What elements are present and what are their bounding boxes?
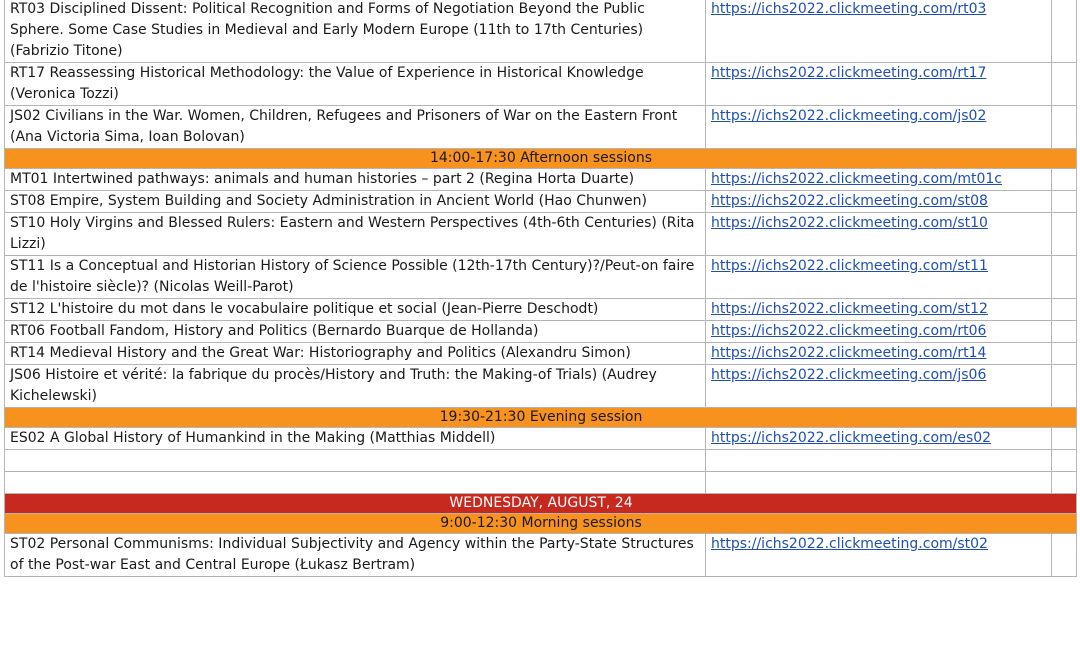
session-title: ST08 Empire, System Building and Society… [4,190,706,213]
session-title: MT01 Intertwined pathways: animals and h… [4,168,706,191]
empty-cell [1051,533,1077,577]
empty-cell [1051,364,1077,408]
session-link[interactable]: https://ichs2022.clickmeeting.com/rt03 [711,1,986,17]
session-link[interactable]: https://ichs2022.clickmeeting.com/rt14 [711,345,986,361]
empty-cell [1051,449,1077,472]
session-title: JS06 Histoire et vérité: la fabrique du … [4,364,706,408]
session-link[interactable]: https://ichs2022.clickmeeting.com/js06 [711,367,986,383]
session-row: RT14 Medieval History and the Great War:… [4,342,1077,365]
session-title: RT06 Football Fandom, History and Politi… [4,320,706,343]
empty-cell [705,471,1052,494]
session-row: JS02 Civilians in the War. Women, Childr… [4,105,1077,149]
empty-cell [705,449,1052,472]
day-header-label: WEDNESDAY, AUGUST, 24 [4,493,1077,514]
session-row: RT17 Reassessing Historical Methodology:… [4,62,1077,106]
session-title: ST10 Holy Virgins and Blessed Rulers: Ea… [4,212,706,256]
session-row: ST10 Holy Virgins and Blessed Rulers: Ea… [4,212,1077,256]
empty-cell [4,471,706,494]
afternoon-sessions-header: 14:00-17:30 Afternoon sessions [4,148,1077,169]
empty-cell [1051,0,1077,63]
empty-cell [1051,427,1077,450]
evening-session-header: 19:30-21:30 Evening session [4,407,1077,428]
empty-cell [1051,212,1077,256]
empty-cell [4,449,706,472]
session-title: ST12 L'histoire du mot dans le vocabulai… [4,298,706,321]
empty-cell [1051,320,1077,343]
empty-cell [1051,190,1077,213]
session-title: ST11 Is a Conceptual and Historian Histo… [4,255,706,299]
session-link[interactable]: https://ichs2022.clickmeeting.com/es02 [711,430,991,446]
session-row: ES02 A Global History of Humankind in th… [4,427,1077,450]
blank-row [4,471,1077,494]
session-title: ES02 A Global History of Humankind in th… [4,427,706,450]
session-row: ST11 Is a Conceptual and Historian Histo… [4,255,1077,299]
session-title: RT17 Reassessing Historical Methodology:… [4,62,706,106]
morning-header-label: 9:00-12:30 Morning sessions [4,513,1077,534]
empty-cell [1051,168,1077,191]
session-title: RT14 Medieval History and the Great War:… [4,342,706,365]
session-link[interactable]: https://ichs2022.clickmeeting.com/js02 [711,108,986,124]
blank-row [4,449,1077,472]
morning-sessions-header: 9:00-12:30 Morning sessions [4,513,1077,534]
session-link[interactable]: https://ichs2022.clickmeeting.com/st12 [711,301,988,317]
session-title: ST02 Personal Communisms: Individual Sub… [4,533,706,577]
session-link[interactable]: https://ichs2022.clickmeeting.com/st02 [711,536,988,552]
session-link[interactable]: https://ichs2022.clickmeeting.com/st08 [711,193,988,209]
session-row: RT06 Football Fandom, History and Politi… [4,320,1077,343]
session-row: ST12 L'histoire du mot dans le vocabulai… [4,298,1077,321]
day-header: WEDNESDAY, AUGUST, 24 [4,493,1077,514]
schedule-table: RT03 Disciplined Dissent: Political Reco… [4,0,1077,577]
empty-cell [1051,342,1077,365]
session-link[interactable]: https://ichs2022.clickmeeting.com/rt06 [711,323,986,339]
empty-cell [1051,255,1077,299]
session-row: ST08 Empire, System Building and Society… [4,190,1077,213]
session-link[interactable]: https://ichs2022.clickmeeting.com/st10 [711,215,988,231]
afternoon-header-label: 14:00-17:30 Afternoon sessions [4,148,1077,169]
session-title: JS02 Civilians in the War. Women, Childr… [4,105,706,149]
session-link[interactable]: https://ichs2022.clickmeeting.com/rt17 [711,65,986,81]
empty-cell [1051,105,1077,149]
session-row: MT01 Intertwined pathways: animals and h… [4,168,1077,191]
session-row: RT03 Disciplined Dissent: Political Reco… [4,0,1077,63]
session-row: ST02 Personal Communisms: Individual Sub… [4,533,1077,577]
session-link[interactable]: https://ichs2022.clickmeeting.com/st11 [711,258,988,274]
empty-cell [1051,62,1077,106]
session-link[interactable]: https://ichs2022.clickmeeting.com/mt01c [711,171,1002,187]
empty-cell [1051,298,1077,321]
session-title: RT03 Disciplined Dissent: Political Reco… [4,0,706,63]
empty-cell [1051,471,1077,494]
evening-header-label: 19:30-21:30 Evening session [4,407,1077,428]
session-row: JS06 Histoire et vérité: la fabrique du … [4,364,1077,408]
